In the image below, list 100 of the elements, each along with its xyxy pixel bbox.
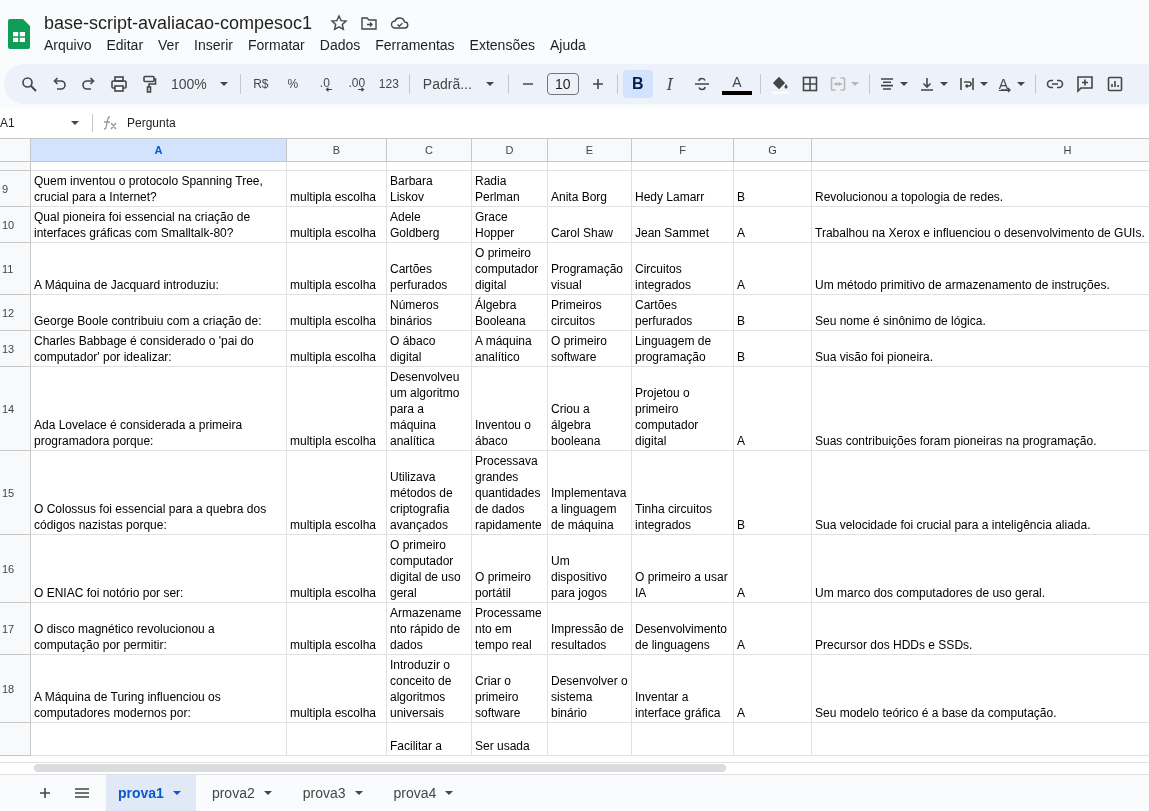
table-cell: Projetou o primeiro computador digital <box>632 367 734 451</box>
sheet-tab[interactable]: prova2 <box>199 775 287 811</box>
column-header[interactable]: F <box>632 139 734 162</box>
row-header[interactable]: 9 <box>0 171 31 207</box>
undo-icon <box>51 76 67 92</box>
table-cell: multipla escolha <box>287 331 387 367</box>
spreadsheet-logo-icon <box>8 19 30 49</box>
font-size-field[interactable]: 10 <box>546 73 579 95</box>
table-cell: Programação visual <box>548 243 632 295</box>
text-color-button[interactable]: A <box>721 73 752 95</box>
menu-icon <box>74 787 90 799</box>
table-cell: multipla escolha <box>287 451 387 535</box>
table-cell: A <box>734 603 812 655</box>
menu-item[interactable]: Extensões <box>462 36 542 54</box>
table-cell: O primeiro software <box>548 331 632 367</box>
menu-item[interactable]: Arquivo <box>37 36 99 54</box>
caret-icon <box>171 790 182 796</box>
table-cell: Um dispositivo para jogos <box>548 535 632 603</box>
table-cell: Revolucionou a topologia de redes. <box>812 171 1149 207</box>
strikethrough-icon <box>693 76 710 92</box>
text-rotation-button[interactable]: A <box>994 70 1031 98</box>
table-cell: Cartões perfurados <box>387 243 472 295</box>
menu-item[interactable]: Inserir <box>187 36 240 54</box>
table-cell: Implementava a linguagem de máquina <box>548 451 632 535</box>
column-header[interactable]: D <box>472 139 548 162</box>
menu-item[interactable]: Formatar <box>240 36 312 54</box>
redo-icon <box>81 76 97 92</box>
caret-icon <box>1016 81 1027 87</box>
table-cell: Desenvolvimento de linguagens <box>632 603 734 655</box>
menu-item[interactable]: Editar <box>99 36 151 54</box>
table-cell: Adele Goldberg <box>387 207 472 243</box>
formula-field[interactable]: Pergunta <box>127 116 176 130</box>
table-cell: Ada Lovelace é considerada a primeira programadora porque: <box>31 367 287 451</box>
caret-icon <box>978 81 989 87</box>
table-cell: Sua visão foi pioneira. <box>812 331 1149 367</box>
table-cell: O disco magnético revolucionou a computação por permitir: <box>31 603 287 655</box>
row-header[interactable]: 10 <box>0 207 31 243</box>
column-header[interactable]: C <box>387 139 472 162</box>
menu-item[interactable]: Ferramentas <box>368 36 462 54</box>
paint-roller-icon <box>141 75 157 93</box>
scrollbar-thumb[interactable] <box>34 764 726 772</box>
document-title[interactable]: base-script-avaliacao-compesoc1 <box>44 12 313 34</box>
table-cell: Introduzir o conceito de algoritmos universais <box>387 655 472 723</box>
bold-button[interactable]: B <box>622 70 653 98</box>
plus-icon <box>591 78 604 90</box>
menu-item[interactable]: Ver <box>151 36 187 54</box>
table-cell: A máquina analítico <box>472 331 548 367</box>
table-cell: O ENIAC foi notório por ser: <box>31 535 287 603</box>
number-format-button[interactable]: R$ <box>245 70 276 98</box>
table-cell: A Máquina de Jacquard introduziu: <box>31 243 287 295</box>
sheet-tab[interactable]: prova1 <box>106 775 196 811</box>
column-header[interactable]: G <box>734 139 812 162</box>
menu-item[interactable]: Dados <box>312 36 368 54</box>
name-box[interactable]: A1 <box>0 116 84 130</box>
table-cell: Desenvolver o sistema binário <box>548 655 632 723</box>
row-header[interactable]: 16 <box>0 535 31 603</box>
menu-item[interactable]: Ajuda <box>542 36 593 54</box>
column-header[interactable]: B <box>287 139 387 162</box>
table-cell: A <box>734 207 812 243</box>
column-header[interactable]: H <box>812 139 1149 162</box>
caret-icon <box>898 81 909 87</box>
table-cell: B <box>734 171 812 207</box>
row-header[interactable]: 17 <box>0 603 31 655</box>
column-header[interactable]: A <box>31 139 287 162</box>
table-cell: Utilizava métodos de criptografia avançados <box>387 451 472 535</box>
table-cell: multipla escolha <box>287 243 387 295</box>
table-cell: Impressão de resultados <box>548 603 632 655</box>
row-header[interactable]: 11 <box>0 243 31 295</box>
table-cell: A <box>734 243 812 295</box>
sheet-tab[interactable]: prova4 <box>381 775 469 811</box>
font-dropdown[interactable]: Padrã... <box>414 70 503 98</box>
printer-icon <box>110 76 128 92</box>
italic-button[interactable]: I <box>654 70 685 98</box>
table-cell: Desenvolveu um algoritmo para a máquina analítica <box>387 367 472 451</box>
number-format-button[interactable]: .00 <box>341 70 372 98</box>
table-cell: Anita Borg <box>548 171 632 207</box>
number-format-button[interactable]: % <box>277 70 308 98</box>
number-format-button[interactable]: .0 <box>309 70 340 98</box>
zoom-dropdown[interactable]: 100% <box>165 70 235 98</box>
table-cell: Jean Sammet <box>632 207 734 243</box>
number-format-button[interactable]: 123 <box>373 70 404 98</box>
row-header[interactable]: 15 <box>0 451 31 535</box>
row-header[interactable]: 18 <box>0 655 31 723</box>
merge-icon <box>829 76 846 92</box>
table-cell: Circuitos integrados <box>632 243 734 295</box>
table-cell: Números binários <box>387 295 472 331</box>
sheet-tab[interactable]: prova3 <box>290 775 378 811</box>
row-header[interactable]: 14 <box>0 367 31 451</box>
cloud-check-icon <box>390 14 411 32</box>
row-header[interactable]: 12 <box>0 295 31 331</box>
row-header[interactable]: 13 <box>0 331 31 367</box>
plus-icon <box>39 787 51 799</box>
link-icon <box>1046 78 1065 90</box>
column-header[interactable]: E <box>548 139 632 162</box>
comment-plus-icon <box>1076 75 1095 93</box>
table-cell: A <box>734 535 812 603</box>
table-cell: O ábaco digital <box>387 331 472 367</box>
caret-icon <box>444 790 455 796</box>
search-icon <box>21 76 37 92</box>
table-cell: Um método primitivo de armazenamento de instruções. <box>812 243 1149 295</box>
